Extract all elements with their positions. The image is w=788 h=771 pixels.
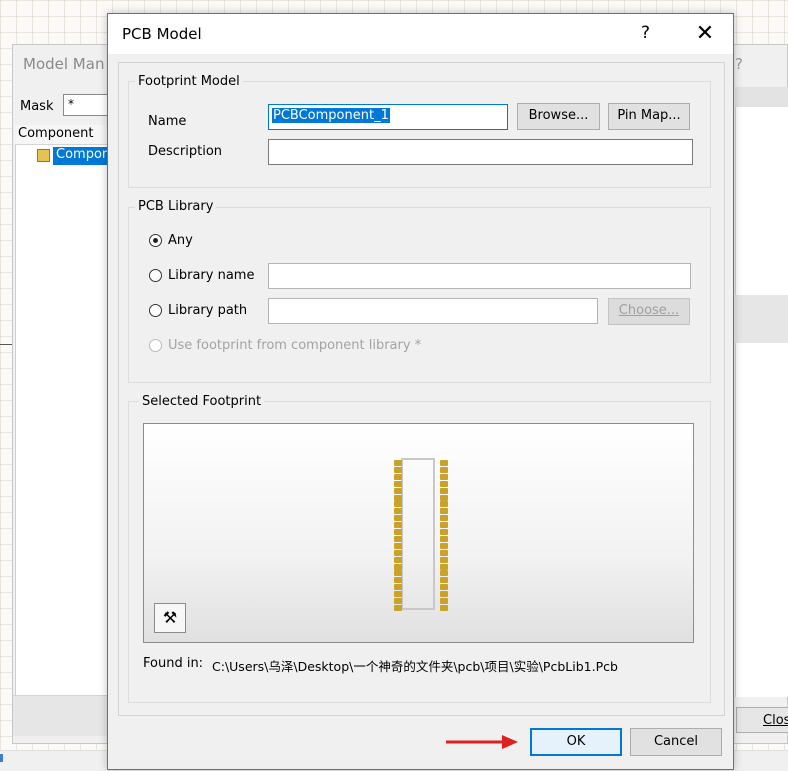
footprint-pad	[440, 556, 448, 563]
library-path-input[interactable]	[268, 298, 598, 324]
footprint-pad	[394, 460, 402, 466]
library-name-label[interactable]: Library name	[168, 268, 254, 283]
browse-button-label: Browse...	[528, 108, 589, 123]
footprint-pad	[394, 542, 402, 549]
footprint-pad	[394, 598, 402, 604]
any-label[interactable]: Any	[168, 233, 193, 248]
footprint-pad	[394, 604, 402, 611]
library-name-input[interactable]	[268, 263, 691, 289]
footprint-pad	[440, 508, 448, 515]
background-marker	[0, 754, 3, 762]
footprint-pad	[394, 570, 402, 577]
footprint-outline	[401, 458, 435, 610]
model-manager-help-icon[interactable]: ?	[735, 55, 743, 73]
footprint-pad	[440, 577, 448, 584]
any-radio[interactable]	[149, 234, 162, 247]
component-column-header[interactable]: Component	[15, 125, 115, 145]
footprint-pad	[394, 563, 402, 570]
ok-button-label: OK	[566, 734, 586, 749]
footprint-model-legend: Footprint Model	[135, 74, 243, 89]
use-component-library-radio[interactable]	[149, 339, 162, 352]
footprint-pad	[440, 549, 448, 556]
footprint-pad	[394, 535, 402, 542]
library-path-label[interactable]: Library path	[168, 303, 247, 318]
browse-button[interactable]: Browse...	[517, 103, 600, 130]
library-path-radio[interactable]	[149, 304, 162, 317]
footprint-pad	[394, 501, 402, 508]
description-input[interactable]	[268, 139, 693, 165]
model-manager-right-panel	[735, 107, 788, 697]
footprint-pad	[394, 549, 402, 556]
model-manager-right-band	[735, 295, 788, 343]
footprint-pad	[440, 460, 448, 466]
model-manager-close-button[interactable]: Clos	[736, 707, 788, 733]
choose-button-label: Choose...	[618, 303, 680, 318]
footprint-pad	[440, 473, 448, 480]
name-label: Name	[148, 114, 187, 129]
choose-button[interactable]: Choose...	[608, 298, 690, 325]
footprint-pad	[394, 480, 402, 487]
footprint-pad	[440, 466, 448, 473]
name-input[interactable]: PCBComponent_1	[268, 104, 508, 130]
footprint-pad	[394, 466, 402, 473]
component-list[interactable]	[15, 125, 115, 700]
footprint-pad	[440, 584, 448, 591]
footprint-pad	[394, 577, 402, 584]
footprint-pad	[440, 501, 448, 508]
model-manager-bottom-bar	[13, 695, 109, 736]
found-in-label: Found in:	[143, 656, 204, 671]
close-icon[interactable]: ✕	[691, 20, 719, 48]
pin-map-button-label: Pin Map...	[617, 108, 681, 123]
footprint-pad	[440, 542, 448, 549]
footprint-pad	[440, 591, 448, 598]
footprint-pad	[440, 515, 448, 522]
footprint-pad	[394, 529, 402, 535]
footprint-preview[interactable]: ⚒	[143, 423, 694, 643]
footprint-pad	[440, 494, 448, 501]
help-icon[interactable]: ?	[641, 23, 650, 43]
footprint-pad	[440, 563, 448, 570]
background-line	[0, 344, 12, 345]
model-manager-header-strip	[735, 87, 788, 107]
pcb-library-group	[128, 207, 711, 383]
ok-button[interactable]: OK	[530, 728, 622, 756]
footprint-pad	[394, 473, 402, 480]
cancel-button[interactable]: Cancel	[630, 728, 722, 756]
model-manager-title: Model Man	[23, 55, 105, 73]
use-component-library-label[interactable]: Use footprint from component library *	[168, 338, 421, 353]
name-input-value: PCBComponent_1	[272, 108, 390, 123]
library-name-radio[interactable]	[149, 269, 162, 282]
pcb-model-dialog: PCB Model ? ✕ Footprint Model Name PCBCo…	[107, 13, 734, 770]
component-tree-item[interactable]: Compor	[53, 147, 111, 165]
cancel-button-label: Cancel	[653, 734, 699, 749]
footprint-pad	[440, 522, 448, 529]
footprint-pad	[394, 584, 402, 591]
found-in-path: C:\Users\乌泽\Desktop\一个神奇的文件夹\pcb\项目\实验\P…	[212, 659, 618, 674]
footprint-pad	[394, 508, 402, 515]
description-label: Description	[148, 144, 223, 159]
pcb-library-legend: PCB Library	[135, 199, 217, 214]
footprint-pad	[394, 515, 402, 522]
footprint-pad	[394, 494, 402, 501]
footprint-pad	[394, 556, 402, 563]
footprint-pad	[394, 522, 402, 529]
mask-label: Mask	[20, 99, 54, 114]
footprint-pad	[394, 591, 402, 598]
footprint-pad	[440, 598, 448, 604]
footprint-pad	[440, 604, 448, 611]
component-icon	[37, 149, 50, 162]
red-arrow-icon	[446, 735, 518, 749]
preview-tool-icon[interactable]: ⚒	[154, 603, 186, 633]
footprint-pad	[440, 529, 448, 535]
pin-map-button[interactable]: Pin Map...	[608, 103, 690, 130]
selected-footprint-legend: Selected Footprint	[139, 394, 265, 409]
footprint-pad	[440, 487, 448, 494]
footprint-model-group	[128, 81, 711, 188]
dialog-titlebar: PCB Model ? ✕	[108, 14, 733, 54]
footprint-pad	[440, 480, 448, 487]
dialog-title: PCB Model	[122, 25, 202, 43]
footprint-pad	[394, 487, 402, 494]
footprint-pad	[440, 570, 448, 577]
footprint-pad	[440, 535, 448, 542]
